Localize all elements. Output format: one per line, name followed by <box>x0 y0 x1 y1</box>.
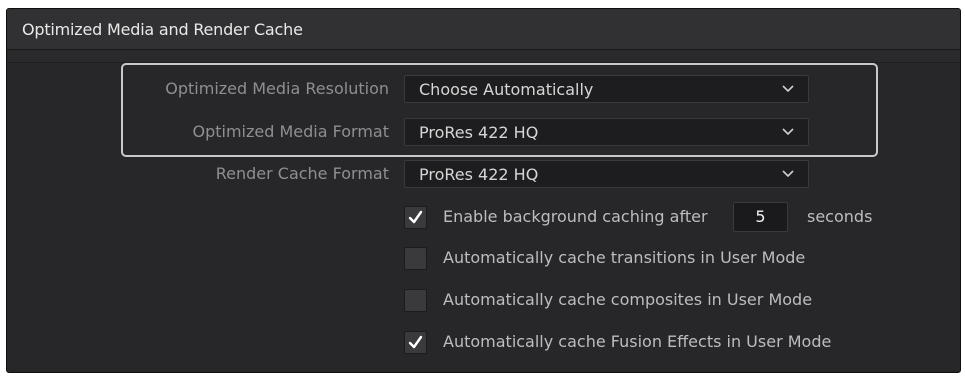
cache-composites-label: Automatically cache composites in User M… <box>443 290 813 309</box>
cache-transitions-checkbox[interactable] <box>404 247 427 270</box>
background-caching-label: Enable background caching after <box>443 207 708 226</box>
chevron-down-icon <box>782 170 794 178</box>
seconds-label: seconds <box>807 207 873 226</box>
background-caching-seconds-input[interactable]: 5 <box>733 202 788 232</box>
checkmark-icon <box>408 210 423 224</box>
background-caching-checkbox[interactable] <box>404 206 427 229</box>
panel-title: Optimized Media and Render Cache <box>22 20 303 39</box>
checkmark-icon <box>408 335 423 349</box>
optimized-media-render-cache-panel: Optimized Media and Render Cache Optimiz… <box>6 8 961 373</box>
cache-fusion-label: Automatically cache Fusion Effects in Us… <box>443 332 832 351</box>
highlight-frame <box>121 63 878 157</box>
cache-composites-checkbox[interactable] <box>404 289 427 312</box>
panel-header: Optimized Media and Render Cache <box>7 9 960 50</box>
cache-fusion-checkbox[interactable] <box>404 331 427 354</box>
cache-transitions-label: Automatically cache transitions in User … <box>443 248 806 267</box>
render-cache-format-label: Render Cache Format <box>215 164 389 183</box>
render-cache-format-dropdown[interactable]: ProRes 422 HQ <box>404 160 809 188</box>
render-cache-format-value: ProRes 422 HQ <box>419 165 539 184</box>
